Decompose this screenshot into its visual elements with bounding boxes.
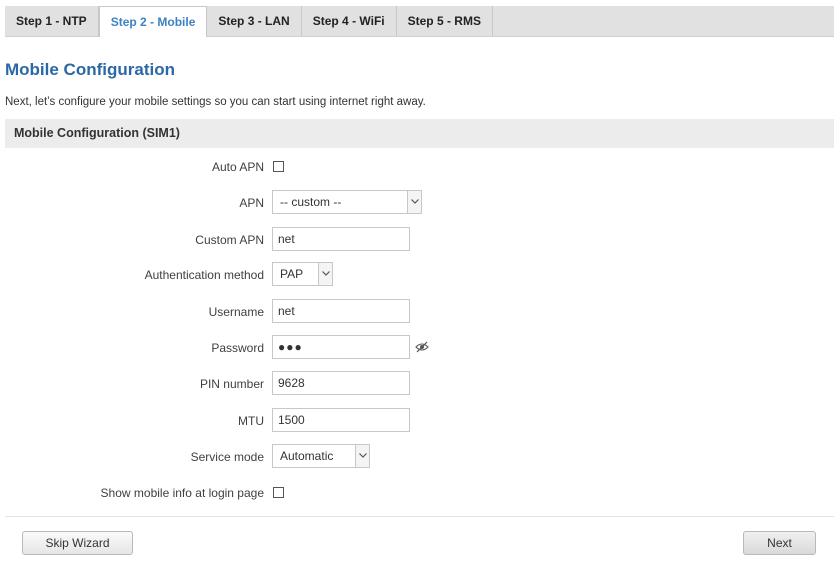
pin-label: PIN number xyxy=(199,377,264,391)
auth-method-select-value: PAP xyxy=(280,267,304,281)
row-show-mobile-info: Show mobile info at login page xyxy=(0,480,840,506)
section-header: Mobile Configuration (SIM1) xyxy=(5,119,834,148)
chevron-down-icon xyxy=(318,263,332,285)
password-input[interactable]: ●●● xyxy=(272,335,410,359)
row-service-mode: Service mode Automatic xyxy=(0,444,840,470)
skip-wizard-button[interactable]: Skip Wizard xyxy=(22,531,133,555)
service-mode-select-value: Automatic xyxy=(280,449,334,463)
service-mode-select[interactable]: Automatic xyxy=(272,444,370,468)
row-apn: APN -- custom -- xyxy=(0,190,840,216)
auto-apn-label: Auto APN xyxy=(211,160,264,174)
page-description: Next, let’s configure your mobile settin… xyxy=(5,96,426,108)
show-mobile-info-label: Show mobile info at login page xyxy=(100,486,264,500)
custom-apn-label: Custom APN xyxy=(195,233,264,247)
row-pin: PIN number xyxy=(0,371,840,397)
apn-select[interactable]: -- custom -- xyxy=(272,190,422,214)
row-auto-apn: Auto APN xyxy=(0,154,840,180)
pin-input[interactable] xyxy=(272,371,410,395)
chevron-down-icon xyxy=(407,191,421,213)
auth-method-select[interactable]: PAP xyxy=(272,262,333,286)
auth-method-label: Authentication method xyxy=(144,268,264,282)
eye-slash-icon[interactable] xyxy=(415,341,429,356)
tab-step-1-ntp[interactable]: Step 1 - NTP xyxy=(5,6,99,36)
mtu-input[interactable] xyxy=(272,408,410,432)
tab-step-5-rms[interactable]: Step 5 - RMS xyxy=(397,6,493,36)
row-mtu: MTU xyxy=(0,408,840,434)
next-button[interactable]: Next xyxy=(743,531,816,555)
tab-step-2-mobile[interactable]: Step 2 - Mobile xyxy=(98,6,208,37)
footer-divider xyxy=(5,516,834,517)
chevron-down-icon xyxy=(355,445,369,467)
row-password: Password ●●● xyxy=(0,335,840,361)
apn-label: APN xyxy=(239,196,264,210)
custom-apn-input[interactable] xyxy=(272,227,410,251)
row-auth-method: Authentication method PAP xyxy=(0,262,840,288)
auto-apn-checkbox[interactable] xyxy=(273,161,284,172)
password-label: Password xyxy=(211,341,264,355)
tab-step-4-wifi[interactable]: Step 4 - WiFi xyxy=(302,6,397,36)
row-custom-apn: Custom APN xyxy=(0,227,840,253)
username-label: Username xyxy=(208,305,264,319)
page-title: Mobile Configuration xyxy=(5,60,175,79)
username-input[interactable] xyxy=(272,299,410,323)
service-mode-label: Service mode xyxy=(190,450,264,464)
mtu-label: MTU xyxy=(238,414,264,428)
tab-step-3-lan[interactable]: Step 3 - LAN xyxy=(207,6,302,36)
wizard-tabs: Step 1 - NTP Step 2 - Mobile Step 3 - LA… xyxy=(5,6,834,37)
show-mobile-info-checkbox[interactable] xyxy=(273,487,284,498)
apn-select-value: -- custom -- xyxy=(280,195,342,209)
row-username: Username xyxy=(0,299,840,325)
